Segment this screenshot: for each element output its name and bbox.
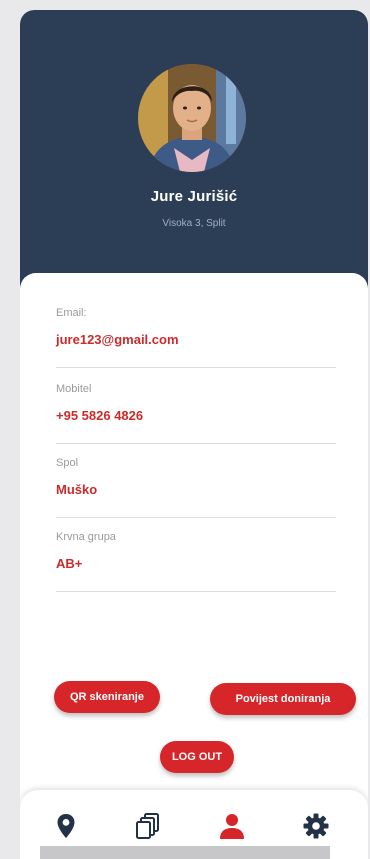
nav-location-pin[interactable]: [46, 810, 86, 842]
qr-scan-button[interactable]: QR skeniranje: [54, 681, 160, 713]
gender-value: Muško: [56, 482, 98, 497]
gender-label: Spol: [56, 457, 79, 469]
email-field: Email: jure123@gmail.com: [56, 307, 336, 381]
divider: [56, 443, 336, 444]
divider: [56, 517, 336, 518]
bottom-bar: [40, 846, 330, 859]
person-icon: [220, 814, 244, 839]
nav-profile[interactable]: [212, 810, 252, 842]
cards-icon: [136, 813, 159, 839]
profile-details-card: Email: jure123@gmail.com Mobitel +95 582…: [20, 273, 368, 859]
phone-label: Mobitel: [56, 383, 92, 395]
email-label: Email:: [56, 307, 87, 319]
user-address: Visoka 3, Split: [162, 218, 226, 229]
profile-header: Jure Jurišić Visoka 3, Split: [20, 10, 368, 310]
logout-button[interactable]: LOG OUT: [160, 741, 234, 773]
avatar: [138, 64, 246, 172]
donation-history-button[interactable]: Povijest doniranja: [210, 683, 356, 715]
phone-value: +95 5826 4826: [56, 408, 144, 423]
blood-type-field: Krvna grupa AB+: [56, 531, 336, 605]
nav-cards[interactable]: [128, 810, 168, 842]
location-pin-icon: [57, 814, 75, 838]
gear-icon: [303, 813, 329, 839]
gender-field: Spol Muško: [56, 457, 336, 531]
blood-type-label: Krvna grupa: [56, 531, 116, 543]
nav-settings[interactable]: [296, 810, 336, 842]
user-name: Jure Jurišić: [150, 188, 238, 205]
divider: [56, 367, 336, 368]
divider: [56, 591, 336, 592]
profile-screen: Jure Jurišić Visoka 3, Split Email: jure…: [20, 10, 368, 859]
phone-field: Mobitel +95 5826 4826: [56, 383, 336, 457]
email-value: jure123@gmail.com: [56, 332, 179, 347]
blood-type-value: AB+: [56, 556, 83, 571]
